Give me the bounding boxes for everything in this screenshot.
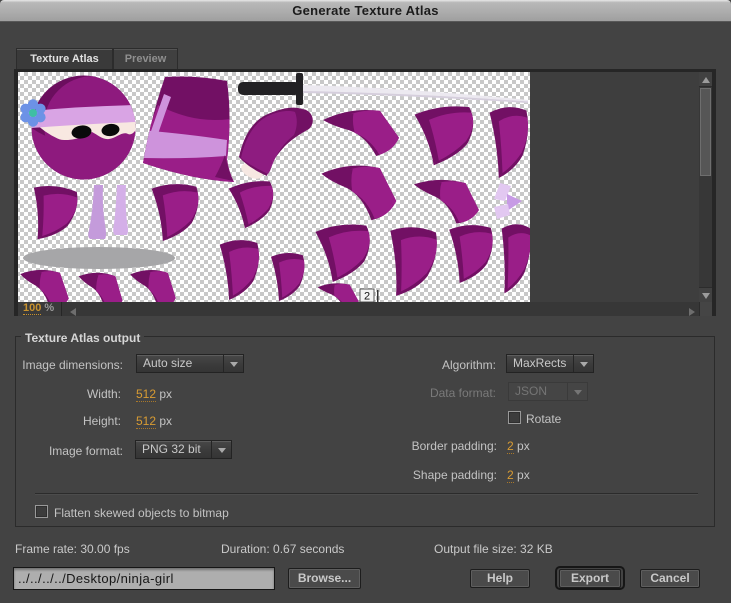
svg-text:2: 2 xyxy=(364,291,370,303)
